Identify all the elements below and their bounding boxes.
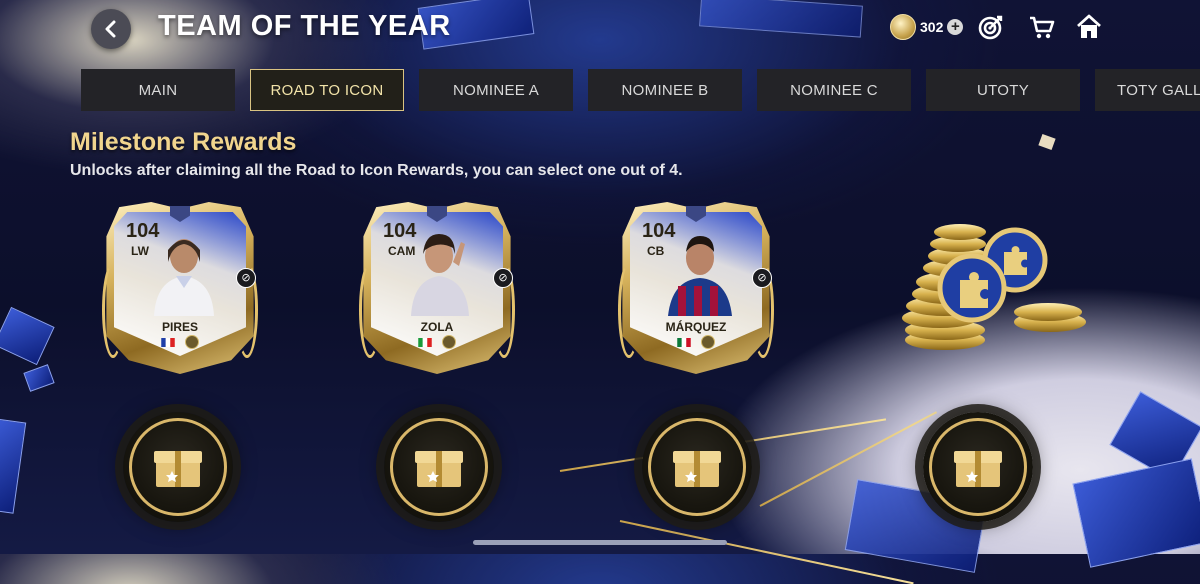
player-card-marquez[interactable]: 104 CB MÁRQUEZ ⊘ <box>616 202 776 374</box>
cart-icon <box>1030 16 1055 39</box>
back-button[interactable] <box>91 9 131 49</box>
club-badge-icon <box>185 335 199 349</box>
plus-icon[interactable]: + <box>947 19 964 35</box>
reward-chest-button[interactable] <box>642 412 752 522</box>
target-icon <box>978 15 1003 40</box>
milestone-title: Milestone Rewards <box>70 128 297 156</box>
laurel-left-icon <box>359 262 381 358</box>
reward-chest-icon <box>415 451 463 487</box>
milestone-subtitle: Unlocks after claiming all the Road to I… <box>70 162 683 179</box>
objectives-button[interactable] <box>977 13 1005 41</box>
page-title: TEAM OF THE YEAR <box>158 10 451 42</box>
player-card-pires[interactable]: 104 LW PIRES ⊘ <box>100 202 260 374</box>
coin-icon <box>890 14 916 40</box>
reward-chest-button[interactable] <box>123 412 233 522</box>
tab-main[interactable]: MAIN <box>81 69 235 111</box>
reward-chest-button[interactable] <box>384 412 494 522</box>
untradeable-icon: ⊘ <box>752 268 772 288</box>
laurel-left-icon <box>618 262 640 358</box>
untradeable-icon: ⊘ <box>493 268 513 288</box>
player-photo <box>154 239 214 316</box>
player-card-zola[interactable]: 104 CAM ZOLA ⊘ <box>357 202 517 374</box>
card-name: PIRES <box>161 320 198 334</box>
home-icon <box>1077 14 1101 38</box>
club-badge-icon <box>442 335 456 349</box>
france-flag-icon <box>161 337 175 347</box>
reward-chest-icon <box>673 451 721 487</box>
home-button[interactable] <box>1075 13 1103 41</box>
card-position: CB <box>647 244 665 258</box>
coin-stack-reward-icon[interactable] <box>900 222 1090 354</box>
home-indicator[interactable] <box>473 540 727 545</box>
laurel-left-icon <box>102 262 124 358</box>
coin-balance: 302 + <box>890 14 964 40</box>
untradeable-icon: ⊘ <box>236 268 256 288</box>
chevron-left-icon <box>105 20 116 38</box>
mexico-flag-icon <box>677 337 691 347</box>
player-photo <box>668 236 732 316</box>
player-photo <box>411 234 469 316</box>
card-name: ZOLA <box>420 320 454 334</box>
store-button[interactable] <box>1028 13 1056 41</box>
tab-toty-gallery[interactable]: TOTY GALLE <box>1095 69 1200 111</box>
card-position: LW <box>131 244 149 258</box>
reward-chest-icon <box>154 451 202 487</box>
tab-nominee-c[interactable]: NOMINEE C <box>757 69 911 111</box>
tab-road-to-icon[interactable]: ROAD TO ICON <box>250 69 404 111</box>
italy-flag-icon <box>418 337 432 347</box>
tab-nominee-b[interactable]: NOMINEE B <box>588 69 742 111</box>
reward-chest-button[interactable] <box>923 412 1033 522</box>
club-badge-icon <box>701 335 715 349</box>
tab-utoty[interactable]: UTOTY <box>926 69 1080 111</box>
coin-amount: 302 <box>920 19 944 35</box>
tab-bar: MAIN ROAD TO ICON NOMINEE A NOMINEE B NO… <box>81 69 1200 111</box>
reward-chest-icon <box>954 451 1002 487</box>
tab-nominee-a[interactable]: NOMINEE A <box>419 69 573 111</box>
card-name: MÁRQUEZ <box>665 320 727 334</box>
